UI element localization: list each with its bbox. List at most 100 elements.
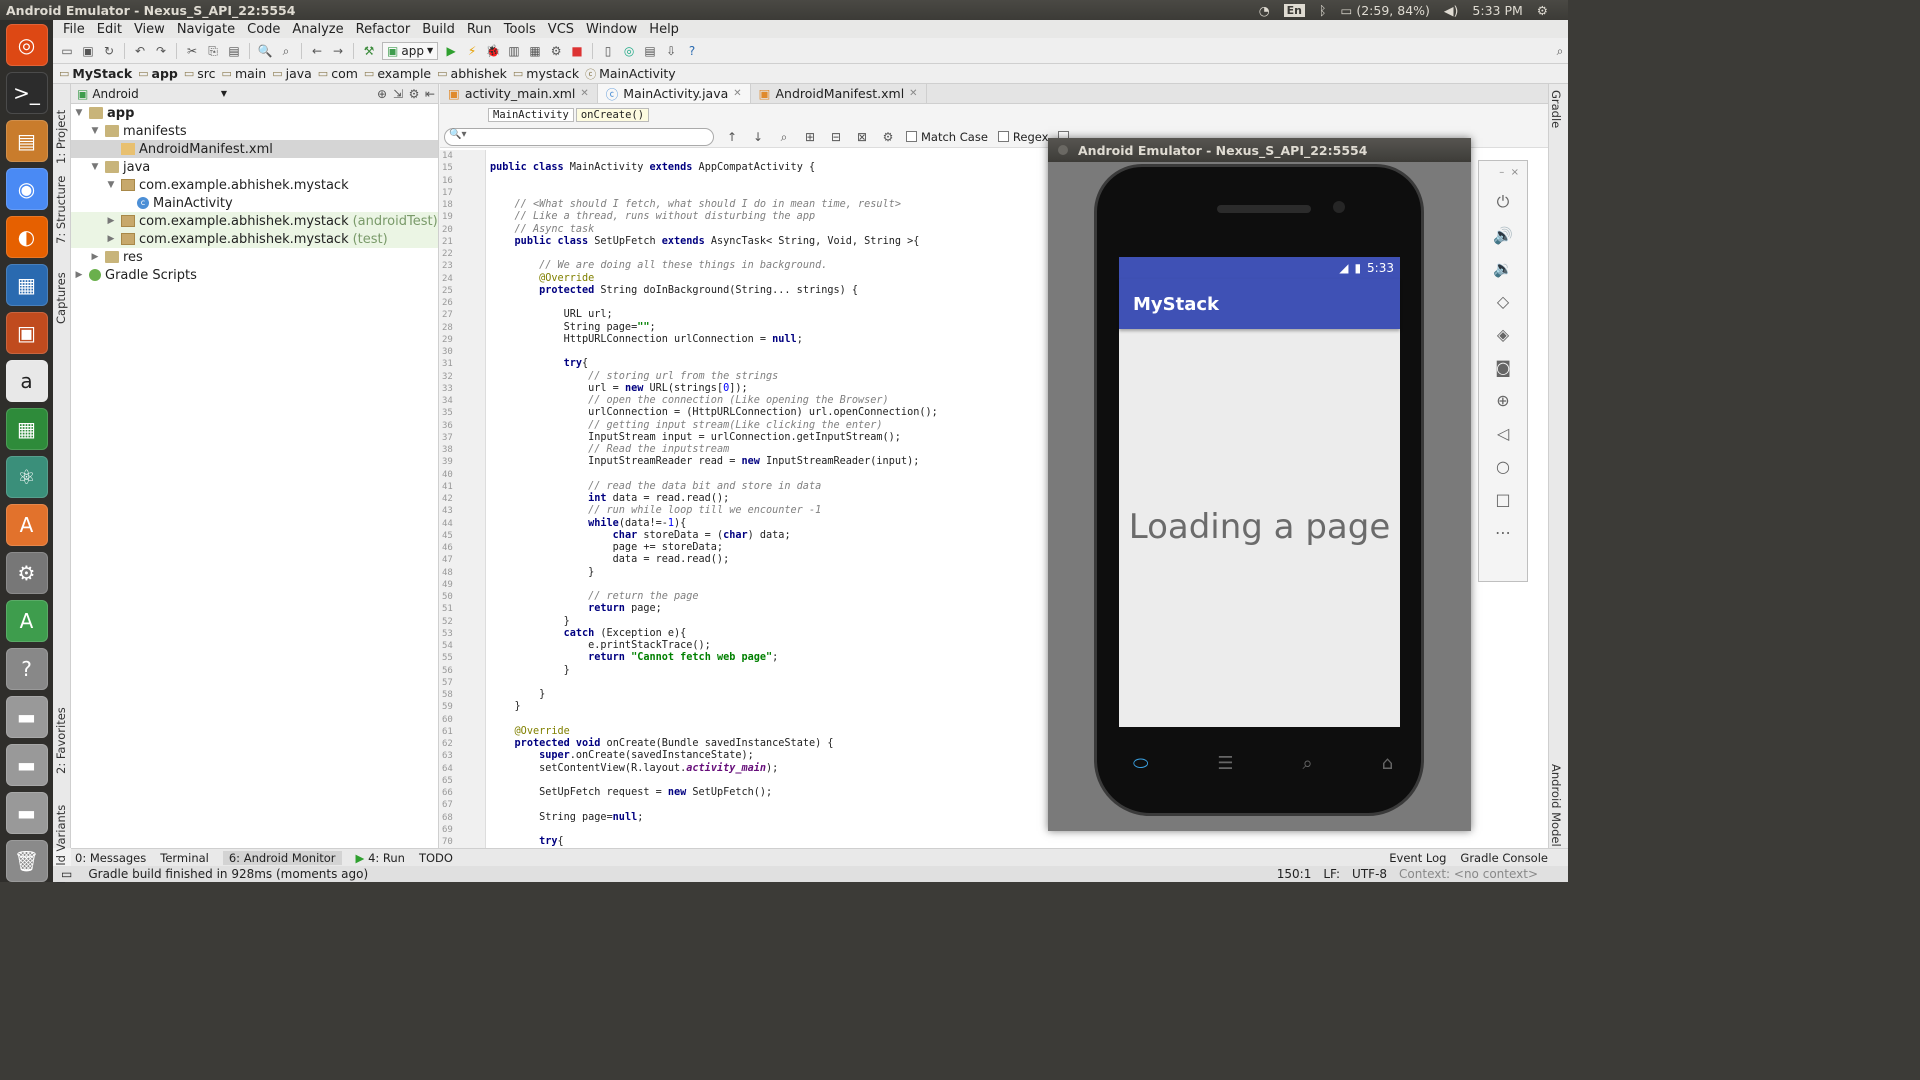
nav-crumb[interactable]: ▭ mystack xyxy=(513,66,585,81)
zoom-icon[interactable]: ⊕ xyxy=(1496,391,1509,410)
forward-icon[interactable]: → xyxy=(330,43,346,59)
nav-crumb[interactable]: ▭ main xyxy=(222,66,273,81)
nav-crumb[interactable]: ▭ java xyxy=(272,66,318,81)
camera-icon[interactable]: ◙ xyxy=(1495,358,1511,377)
terminal-launcher-icon[interactable]: >_ xyxy=(5,72,48,114)
code-line[interactable]: 18 // <What should I fetch, what should … xyxy=(440,199,1140,211)
code-line[interactable]: 49 xyxy=(440,579,1140,591)
emulator-minimize-close[interactable]: – × xyxy=(1499,167,1527,178)
menu-vcs[interactable]: VCS xyxy=(542,22,580,37)
more-options-icon[interactable]: ⋯ xyxy=(1495,523,1511,542)
code-line[interactable]: 37 InputStream input = urlConnection.get… xyxy=(440,432,1140,444)
close-tab-icon[interactable]: ✕ xyxy=(580,88,588,99)
power-icon[interactable]: ⏻ xyxy=(1497,192,1510,212)
code-line[interactable]: 30 xyxy=(440,346,1140,358)
code-line[interactable]: 54 e.printStackTrace(); xyxy=(440,640,1140,652)
calc-launcher-icon[interactable]: ▦ xyxy=(5,408,48,450)
code-line[interactable]: 61 @Override xyxy=(440,726,1140,738)
android-model-tool-tab[interactable]: Android Model xyxy=(1549,764,1563,847)
search-button-icon[interactable]: ⌕ xyxy=(1302,753,1312,774)
software-center-icon[interactable]: A xyxy=(5,504,48,546)
overview-nav-icon[interactable]: □ xyxy=(1495,490,1510,509)
menu-edit[interactable]: Edit xyxy=(91,22,128,37)
make-project-icon[interactable]: ⚒ xyxy=(361,43,377,59)
code-line[interactable]: 22 xyxy=(440,248,1140,260)
keyboard-layout-indicator[interactable]: En xyxy=(1283,3,1306,17)
editor-tab[interactable]: ▣ AndroidManifest.xml ✕ xyxy=(751,84,927,103)
atom-launcher-icon[interactable]: ⚛ xyxy=(5,456,48,498)
scroll-from-source-icon[interactable]: ⊕ xyxy=(374,86,390,102)
code-line[interactable]: 60 xyxy=(440,714,1140,726)
help-icon[interactable]: ? xyxy=(684,43,700,59)
menu-help[interactable]: Help xyxy=(643,22,685,37)
copy-icon[interactable]: ⎘ xyxy=(205,43,221,59)
nav-crumb[interactable]: ▭ example xyxy=(364,66,437,81)
code-line[interactable]: 25 protected String doInBackground(Strin… xyxy=(440,285,1140,297)
code-line[interactable]: 63 super.onCreate(savedInstanceState); xyxy=(440,750,1140,762)
hide-panel-icon[interactable]: ⇤ xyxy=(422,86,438,102)
expand-arrow-icon[interactable]: ▼ xyxy=(105,180,117,190)
tree-item[interactable]: ▼ app xyxy=(71,104,438,122)
code-line[interactable]: 43 // run while loop till we encounter -… xyxy=(440,505,1140,517)
project-view-select[interactable]: ▣ Android ▼ xyxy=(77,87,227,101)
status-toggle-icon[interactable]: ▭ xyxy=(61,867,72,881)
menu-button-icon[interactable]: ☰ xyxy=(1217,753,1233,774)
paste-icon[interactable]: ▤ xyxy=(226,43,242,59)
tree-item[interactable]: ▼ manifests xyxy=(71,122,438,140)
back-nav-icon[interactable]: ◁ xyxy=(1497,424,1509,443)
replace-icon[interactable]: ⌕ xyxy=(278,43,294,59)
code-line[interactable]: 47 data = read.read(); xyxy=(440,554,1140,566)
project-structure-icon[interactable]: ▤ xyxy=(642,43,658,59)
writer-launcher-icon[interactable]: ▦ xyxy=(5,264,48,306)
android-monitor-tool-tab[interactable]: 6: Android Monitor xyxy=(222,850,342,865)
code-line[interactable]: 36 // getting input stream(Like clicking… xyxy=(440,420,1140,432)
run-tool-tab[interactable]: ▶ 4: Run xyxy=(356,851,405,865)
code-line[interactable]: 59 } xyxy=(440,701,1140,713)
menu-build[interactable]: Build xyxy=(416,22,461,37)
code-line[interactable]: 26 xyxy=(440,297,1140,309)
nav-crumb[interactable]: ▭ app xyxy=(138,66,184,81)
code-line[interactable]: 24 @Override xyxy=(440,273,1140,285)
code-line[interactable]: 35 urlConnection = (HttpURLConnection) u… xyxy=(440,407,1140,419)
code-line[interactable]: 23 // We are doing all these things in b… xyxy=(440,260,1140,272)
event-log-tool-tab[interactable]: Event Log xyxy=(1389,851,1446,865)
code-line[interactable]: 67 xyxy=(440,799,1140,811)
code-line[interactable]: 57 xyxy=(440,677,1140,689)
expand-arrow-icon[interactable]: ▶ xyxy=(105,216,117,226)
coverage-icon[interactable]: ▥ xyxy=(506,43,522,59)
expand-arrow-icon[interactable]: ▶ xyxy=(89,252,101,262)
menu-refactor[interactable]: Refactor xyxy=(350,22,417,37)
menu-run[interactable]: Run xyxy=(461,22,498,37)
nav-crumb[interactable]: ▭ MyStack xyxy=(59,66,138,81)
code-line[interactable]: 20 // Async task xyxy=(440,224,1140,236)
tree-item[interactable]: c MainActivity xyxy=(71,194,438,212)
code-line[interactable]: 55 return "Cannot fetch web page"; xyxy=(440,652,1140,664)
code-line[interactable]: 53 catch (Exception e){ xyxy=(440,628,1140,640)
select-all-occurrences-icon[interactable]: ⊠ xyxy=(854,129,870,145)
menu-window[interactable]: Window xyxy=(580,22,643,37)
panel-settings-icon[interactable]: ⚙ xyxy=(406,86,422,102)
code-line[interactable]: 39 InputStreamReader read = new InputStr… xyxy=(440,456,1140,468)
search-everywhere-icon[interactable]: ⌕ xyxy=(1552,43,1568,59)
drive-launcher-icon-2[interactable]: ▬ xyxy=(5,744,48,786)
find-input[interactable]: 🔍▾ xyxy=(444,127,714,146)
tree-item[interactable]: ▶ res xyxy=(71,248,438,266)
nav-crumb[interactable]: ▭ abhishek xyxy=(437,66,513,81)
next-occurrence-icon[interactable]: ↓ xyxy=(750,129,766,145)
code-line[interactable]: 51 return page; xyxy=(440,603,1140,615)
gradle-console-tool-tab[interactable]: Gradle Console xyxy=(1460,851,1568,865)
code-line[interactable]: 65 xyxy=(440,775,1140,787)
run-icon[interactable]: ▶ xyxy=(443,43,459,59)
back-button-icon[interactable]: ⬭ xyxy=(1133,753,1148,774)
regex-checkbox[interactable]: Regex xyxy=(997,130,1048,144)
emulator-close-icon[interactable] xyxy=(1058,145,1068,155)
code-line[interactable]: 62 protected void onCreate(Bundle savedI… xyxy=(440,738,1140,750)
code-line[interactable]: 38 // Read the inputstream xyxy=(440,444,1140,456)
gradle-tool-tab[interactable]: Gradle xyxy=(1549,90,1563,128)
close-tab-icon[interactable]: ✕ xyxy=(909,88,917,99)
context-indicator[interactable]: Context: <no context> xyxy=(1399,867,1538,881)
tree-item[interactable]: ▼ java xyxy=(71,158,438,176)
menu-analyze[interactable]: Analyze xyxy=(286,22,349,37)
code-line[interactable]: 33 url = new URL(strings[0]); xyxy=(440,383,1140,395)
remove-occurrence-icon[interactable]: ⊟ xyxy=(828,129,844,145)
